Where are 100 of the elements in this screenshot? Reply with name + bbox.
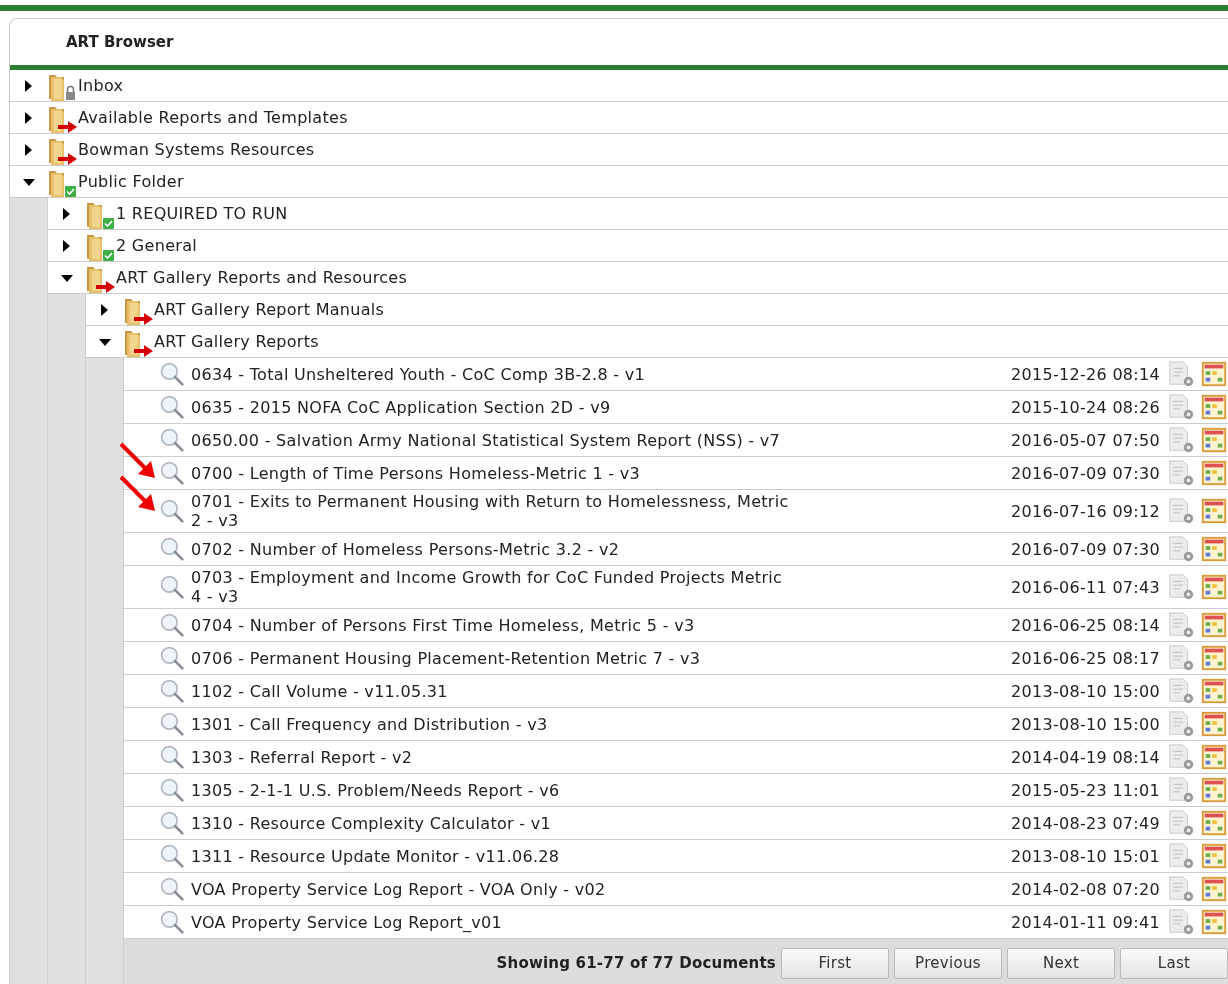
spreadsheet-icon[interactable] (1200, 677, 1228, 705)
document-gear-icon[interactable] (1166, 875, 1196, 903)
document-gear-icon[interactable] (1166, 573, 1196, 601)
spreadsheet-icon[interactable] (1200, 875, 1228, 903)
document-gear-icon[interactable] (1166, 459, 1196, 487)
document-link[interactable]: 0634 - Total Unsheltered Youth - CoC Comp 3B-2.8 - v1 (191, 364, 789, 384)
document-date: 2014-01-11 09:41 (1011, 912, 1160, 932)
document-gear-icon[interactable] (1166, 426, 1196, 454)
document-gear-icon[interactable] (1166, 776, 1196, 804)
document-link[interactable]: 0700 - Length of Time Persons Homeless-Metric 1 - v3 (191, 463, 789, 483)
document-link[interactable]: 0650.00 - Salvation Army National Statistical System Report (NSS) - v7 (191, 430, 789, 450)
document-date: 2016-07-09 07:30 (1011, 539, 1160, 559)
document-date: 2014-02-08 07:20 (1011, 879, 1160, 899)
document-date: 2015-12-26 08:14 (1011, 364, 1160, 384)
search-icon[interactable] (159, 810, 185, 836)
folder-label[interactable]: 1 REQUIRED TO RUN (116, 204, 288, 223)
document-date: 2016-06-25 08:17 (1011, 648, 1160, 668)
spreadsheet-icon[interactable] (1200, 497, 1228, 525)
page-button[interactable]: Next (1007, 947, 1115, 979)
panel-title: ART Browser (66, 33, 174, 51)
spreadsheet-icon[interactable] (1200, 842, 1228, 870)
document-link[interactable]: 1303 - Referral Report - v2 (191, 747, 789, 767)
document-gear-icon[interactable] (1166, 809, 1196, 837)
document-gear-icon[interactable] (1166, 710, 1196, 738)
search-icon[interactable] (159, 574, 185, 600)
folder-label[interactable]: Available Reports and Templates (78, 108, 348, 127)
document-gear-icon[interactable] (1166, 842, 1196, 870)
spreadsheet-icon[interactable] (1200, 360, 1228, 388)
document-gear-icon[interactable] (1166, 535, 1196, 563)
search-icon[interactable] (159, 678, 185, 704)
spreadsheet-icon[interactable] (1200, 743, 1228, 771)
document-gear-icon[interactable] (1166, 743, 1196, 771)
document-link[interactable]: 0702 - Number of Homeless Persons-Metric 3.2 - v2 (191, 539, 789, 559)
folder-label[interactable]: ART Gallery Reports (154, 332, 319, 351)
document-date: 2016-06-11 07:43 (1011, 577, 1160, 597)
document-gear-icon[interactable] (1166, 677, 1196, 705)
document-link[interactable]: 0635 - 2015 NOFA CoC Application Section 2D - v9 (191, 397, 789, 417)
folder-label[interactable]: ART Gallery Report Manuals (154, 300, 385, 319)
spreadsheet-icon[interactable] (1200, 809, 1228, 837)
spreadsheet-icon[interactable] (1200, 459, 1228, 487)
document-gear-icon[interactable] (1166, 908, 1196, 936)
document-date: 2015-10-24 08:26 (1011, 397, 1160, 417)
document-link[interactable]: 1311 - Resource Update Monitor - v11.06.28 (191, 846, 789, 866)
document-date: 2013-08-10 15:00 (1011, 714, 1160, 734)
search-icon[interactable] (159, 394, 185, 420)
search-icon[interactable] (159, 711, 185, 737)
document-date: 2013-08-10 15:01 (1011, 846, 1160, 866)
search-icon[interactable] (159, 498, 185, 524)
spreadsheet-icon[interactable] (1200, 573, 1228, 601)
spreadsheet-icon[interactable] (1200, 611, 1228, 639)
document-date: 2015-05-23 11:01 (1011, 780, 1160, 800)
spreadsheet-icon[interactable] (1200, 644, 1228, 672)
search-icon[interactable] (159, 876, 185, 902)
spreadsheet-icon[interactable] (1200, 426, 1228, 454)
document-gear-icon[interactable] (1166, 644, 1196, 672)
document-gear-icon[interactable] (1166, 497, 1196, 525)
document-link[interactable]: 1301 - Call Frequency and Distribution - v3 (191, 714, 789, 734)
spreadsheet-icon[interactable] (1200, 535, 1228, 563)
spreadsheet-icon[interactable] (1200, 908, 1228, 936)
document-link[interactable]: 0703 - Employment and Income Growth for CoC Funded Projects Metric 4 - v3 (191, 568, 789, 606)
document-date: 2013-08-10 15:00 (1011, 681, 1160, 701)
search-icon[interactable] (159, 427, 185, 453)
document-date: 2016-07-16 09:12 (1011, 501, 1160, 521)
document-link[interactable]: 1310 - Resource Complexity Calculator - v1 (191, 813, 789, 833)
document-gear-icon[interactable] (1166, 360, 1196, 388)
document-link[interactable]: 0701 - Exits to Permanent Housing with Return to Homelessness, Metric 2 - v3 (191, 492, 789, 530)
document-date: 2016-07-09 07:30 (1011, 463, 1160, 483)
search-icon[interactable] (159, 744, 185, 770)
page-button[interactable]: Previous (894, 947, 1002, 979)
page-button[interactable]: First (781, 947, 889, 979)
spreadsheet-icon[interactable] (1200, 776, 1228, 804)
search-icon[interactable] (159, 361, 185, 387)
search-icon[interactable] (159, 645, 185, 671)
search-icon[interactable] (159, 909, 185, 935)
document-count: Showing 61-77 of 77 Documents (496, 954, 776, 972)
document-gear-icon[interactable] (1166, 393, 1196, 421)
document-link[interactable]: VOA Property Service Log Report_v01 (191, 912, 789, 932)
document-date: 2014-08-23 07:49 (1011, 813, 1160, 833)
document-date: 2016-06-25 08:14 (1011, 615, 1160, 635)
search-icon[interactable] (159, 777, 185, 803)
folder-label[interactable]: Public Folder (78, 172, 184, 191)
document-link[interactable]: 1102 - Call Volume - v11.05.31 (191, 681, 789, 701)
folder-label[interactable]: Bowman Systems Resources (78, 140, 315, 159)
spreadsheet-icon[interactable] (1200, 393, 1228, 421)
folder-label[interactable]: 2 General (116, 236, 198, 255)
document-date: 2016-05-07 07:50 (1011, 430, 1160, 450)
document-link[interactable]: 0706 - Permanent Housing Placement-Retention Metric 7 - v3 (191, 648, 789, 668)
page-button[interactable]: Last (1120, 947, 1228, 979)
search-icon[interactable] (159, 612, 185, 638)
document-gear-icon[interactable] (1166, 611, 1196, 639)
document-link[interactable]: 1305 - 2-1-1 U.S. Problem/Needs Report - v6 (191, 780, 789, 800)
folder-label[interactable]: ART Gallery Reports and Resources (116, 268, 408, 287)
document-date: 2014-04-19 08:14 (1011, 747, 1160, 767)
spreadsheet-icon[interactable] (1200, 710, 1228, 738)
search-icon[interactable] (159, 460, 185, 486)
folder-label[interactable]: Inbox (78, 76, 124, 95)
document-link[interactable]: 0704 - Number of Persons First Time Homeless, Metric 5 - v3 (191, 615, 789, 635)
document-link[interactable]: VOA Property Service Log Report - VOA Only - v02 (191, 879, 789, 899)
search-icon[interactable] (159, 536, 185, 562)
search-icon[interactable] (159, 843, 185, 869)
